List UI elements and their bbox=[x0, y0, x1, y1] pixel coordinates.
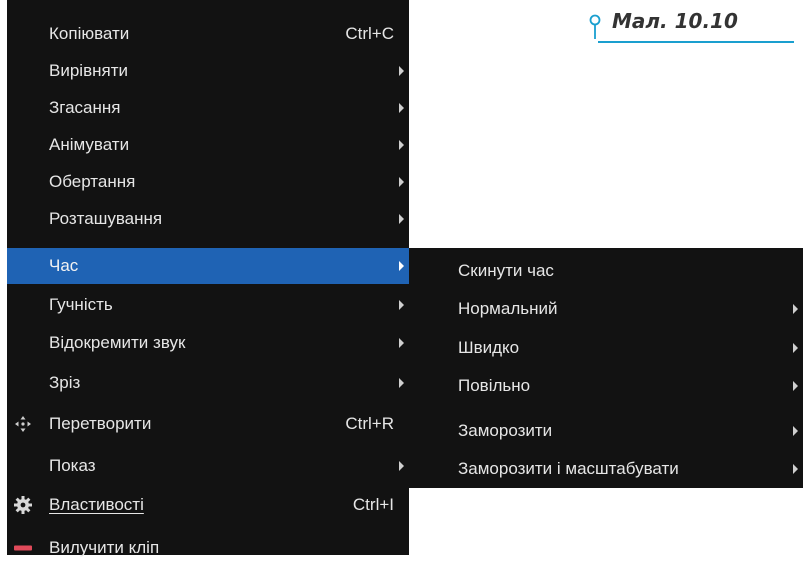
menu-item-volume[interactable]: Гучність bbox=[7, 286, 409, 323]
menu-item-label: Нормальний bbox=[458, 298, 558, 318]
context-menu: Копіювати Ctrl+C Вирівняти Згасання Анім… bbox=[7, 0, 409, 557]
menu-item-crop[interactable]: Зріз bbox=[7, 364, 409, 401]
menu-item-label: Час bbox=[49, 256, 79, 275]
submenu-arrow-icon bbox=[399, 460, 404, 471]
menu-item-align[interactable]: Вирівняти bbox=[7, 52, 409, 89]
submenu-item-reset-time[interactable]: Скинути час bbox=[409, 252, 803, 289]
menu-item-position[interactable]: Розташування bbox=[7, 200, 409, 237]
submenu-arrow-icon bbox=[399, 213, 404, 224]
menu-item-properties[interactable]: Властивості Ctrl+I bbox=[7, 486, 409, 523]
menu-item-remove-clip[interactable]: Вилучити кліп bbox=[7, 529, 409, 566]
menu-item-detach-audio[interactable]: Відокремити звук bbox=[7, 324, 409, 361]
submenu-item-fast[interactable]: Швидко bbox=[409, 329, 803, 366]
submenu-arrow-icon bbox=[793, 342, 798, 353]
transform-move-icon bbox=[13, 414, 33, 434]
menu-item-show[interactable]: Показ bbox=[7, 447, 409, 484]
menu-item-label: Розташування bbox=[49, 208, 163, 228]
menu-item-time[interactable]: Час bbox=[7, 248, 409, 284]
time-submenu: Скинути час Нормальний Швидко Повільно З… bbox=[409, 248, 803, 488]
menu-item-label: Повільно bbox=[458, 375, 531, 395]
submenu-arrow-icon bbox=[399, 299, 404, 310]
submenu-arrow-icon bbox=[399, 176, 404, 187]
figure-caption: Мал. 10.10 bbox=[588, 4, 798, 44]
caption-text: Мал. 10.10 bbox=[612, 9, 738, 33]
menu-item-label: Вирівняти bbox=[49, 60, 128, 80]
menu-item-label: Анімувати bbox=[49, 134, 130, 154]
menu-item-fade[interactable]: Згасання bbox=[7, 89, 409, 126]
submenu-arrow-icon bbox=[399, 65, 404, 76]
submenu-arrow-icon bbox=[793, 425, 798, 436]
shortcut-label: Ctrl+R bbox=[345, 413, 394, 433]
menu-item-label: Гучність bbox=[49, 294, 113, 314]
menu-item-label: Заморозити bbox=[458, 420, 553, 440]
menu-item-label: Зріз bbox=[49, 372, 81, 392]
gear-icon bbox=[13, 495, 33, 515]
submenu-arrow-icon bbox=[399, 139, 404, 150]
menu-item-label: Скинути час bbox=[458, 260, 554, 280]
shortcut-label: Ctrl+I bbox=[352, 494, 394, 514]
submenu-item-freeze[interactable]: Заморозити bbox=[409, 412, 803, 449]
menu-item-label: Заморозити і масштабувати bbox=[458, 458, 679, 478]
caption-underline bbox=[598, 41, 794, 43]
shortcut-label: Ctrl+C bbox=[345, 23, 394, 43]
menu-item-label: Властивості bbox=[49, 494, 144, 514]
menu-item-label: Показ bbox=[49, 455, 96, 475]
menu-item-copy[interactable]: Копіювати Ctrl+C bbox=[7, 15, 409, 52]
menu-item-label: Відокремити звук bbox=[49, 332, 186, 352]
menu-item-label: Перетворити bbox=[49, 413, 152, 433]
submenu-arrow-icon bbox=[399, 102, 404, 113]
menu-item-transform[interactable]: Перетворити Ctrl+R bbox=[7, 405, 409, 442]
menu-item-label: Швидко bbox=[458, 337, 520, 357]
submenu-arrow-icon bbox=[793, 463, 798, 474]
submenu-arrow-icon bbox=[399, 337, 404, 348]
submenu-arrow-icon bbox=[399, 261, 404, 271]
submenu-item-normal[interactable]: Нормальний bbox=[409, 290, 803, 327]
submenu-arrow-icon bbox=[793, 303, 798, 314]
menu-item-animate[interactable]: Анімувати bbox=[7, 126, 409, 163]
menu-item-label: Копіювати bbox=[49, 23, 130, 43]
menu-item-label: Згасання bbox=[49, 97, 121, 117]
submenu-item-slow[interactable]: Повільно bbox=[409, 367, 803, 404]
submenu-item-freeze-and-zoom[interactable]: Заморозити і масштабувати bbox=[409, 450, 803, 487]
submenu-arrow-icon bbox=[793, 380, 798, 391]
submenu-arrow-icon bbox=[399, 377, 404, 388]
menu-item-label: Обертання bbox=[49, 171, 136, 191]
menu-item-rotate[interactable]: Обертання bbox=[7, 163, 409, 200]
